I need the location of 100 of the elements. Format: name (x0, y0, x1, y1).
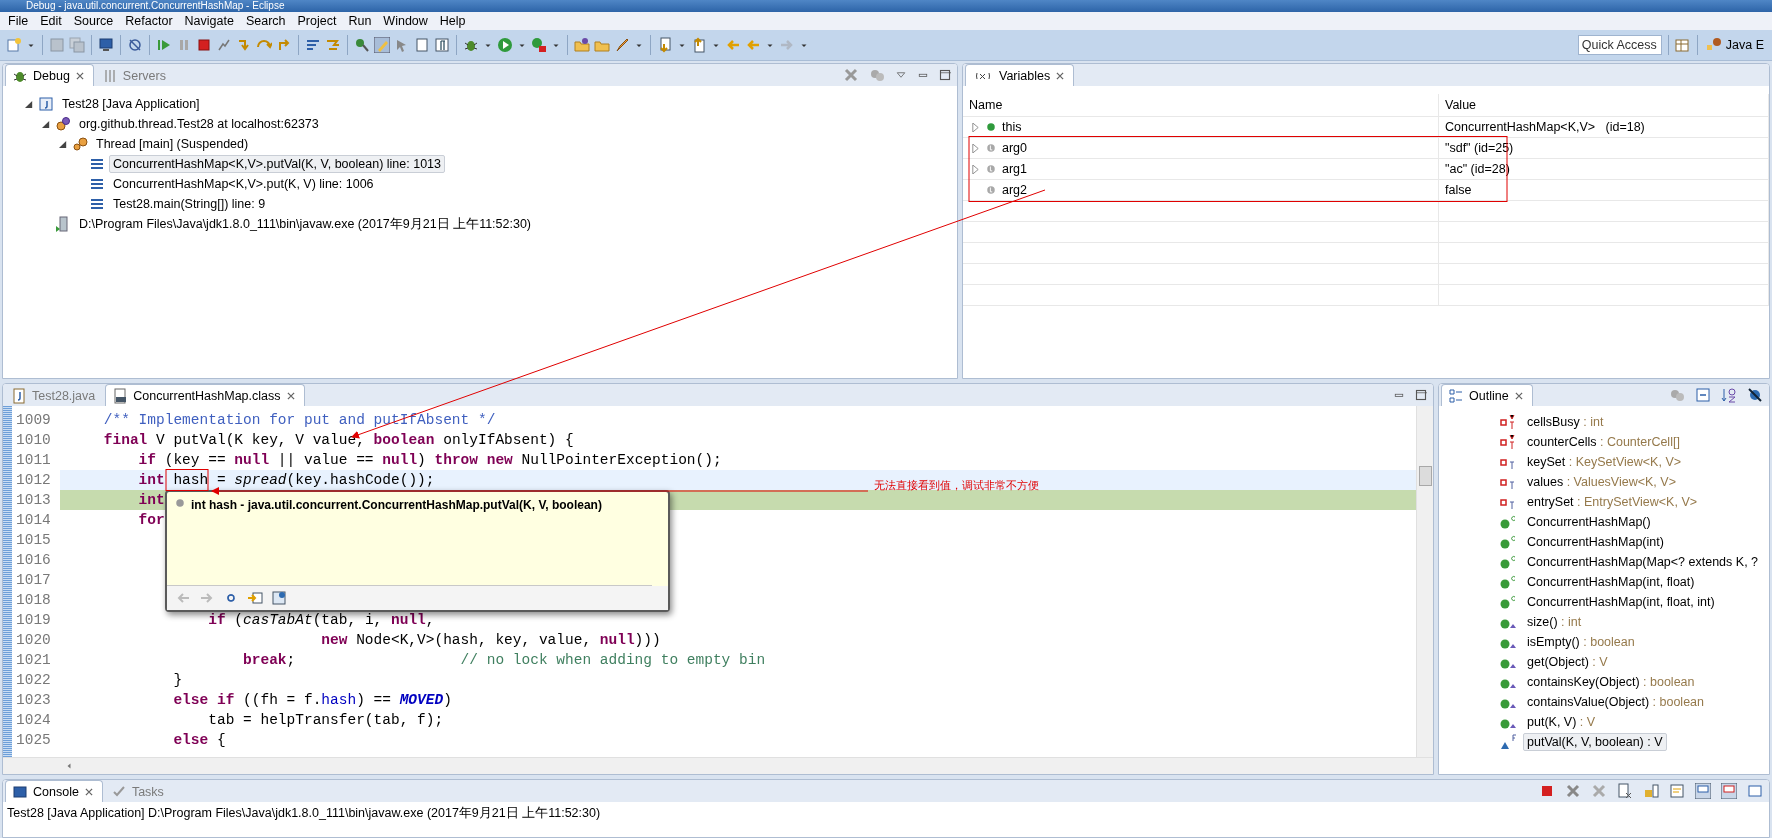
save-icon[interactable] (49, 37, 65, 53)
scroll-left-icon[interactable] (65, 761, 73, 771)
step-return-icon[interactable] (276, 37, 292, 53)
remove-launches-icon[interactable] (843, 67, 859, 83)
close-icon[interactable] (1513, 390, 1524, 401)
hide-fields-icon[interactable] (1747, 387, 1763, 403)
terminate-icon[interactable] (1539, 783, 1555, 799)
threads-icon[interactable] (1669, 387, 1685, 403)
close-icon[interactable] (1055, 70, 1066, 81)
scrollbar[interactable] (1416, 406, 1433, 757)
open-view-icon[interactable] (271, 590, 287, 606)
save-all-icon[interactable] (69, 37, 85, 53)
breakpoint-icon[interactable] (354, 37, 370, 53)
maximize-icon[interactable] (939, 69, 951, 81)
menu-item[interactable]: Help (433, 14, 472, 28)
outline-item[interactable]: putVal(K, V, boolean) : V (1523, 733, 1667, 751)
view-tab[interactable]: Debug (5, 64, 94, 86)
tree-item[interactable]: ConcurrentHashMap<K,V>.put(K, V) line: 1006 (109, 175, 378, 193)
outline-item[interactable]: isEmpty() : boolean (1523, 633, 1639, 651)
outline-item[interactable]: containsValue(Object) : boolean (1523, 693, 1708, 711)
tree-item[interactable]: ConcurrentHashMap<K,V>.putVal(K, V, boolean) line: 1013 (109, 155, 445, 173)
collapse-all-icon[interactable] (1695, 387, 1711, 403)
collapse-arrow-icon[interactable] (59, 139, 68, 149)
outline-item[interactable]: entrySet : EntrySetView<K, V> (1523, 493, 1702, 511)
tree-item[interactable]: Test28.main(String[]) line: 9 (109, 195, 270, 213)
view-tab[interactable]: Servers (95, 65, 174, 86)
run-icon[interactable] (497, 37, 513, 53)
column-header[interactable]: Name (963, 94, 1439, 116)
outline-item[interactable]: put(K, V) : V (1523, 713, 1600, 731)
outline-item[interactable]: cellsBusy : int (1523, 413, 1608, 431)
scroll-lock-icon[interactable] (1643, 783, 1659, 799)
step-filter-icon[interactable] (325, 37, 341, 53)
folder-icon[interactable] (574, 37, 590, 53)
expand-arrow-icon[interactable] (971, 122, 980, 132)
monitor-icon[interactable] (98, 37, 114, 53)
perspective-button[interactable]: Java E (1703, 37, 1766, 53)
outline-item[interactable]: keySet : KeySetView<K, V> (1523, 453, 1686, 471)
word-wrap-icon[interactable] (1669, 783, 1685, 799)
show-output-icon[interactable] (1695, 783, 1711, 799)
show-error-icon[interactable] (1721, 783, 1737, 799)
menu-item[interactable]: Run (342, 14, 378, 28)
outline-item[interactable]: size() : int (1523, 613, 1586, 631)
maximize-icon[interactable] (1415, 389, 1427, 401)
outline-item[interactable]: get(Object) : V (1523, 653, 1612, 671)
next-annotation-icon[interactable] (657, 37, 673, 53)
view-tab[interactable]: Console (5, 780, 103, 802)
run-tool-icon[interactable] (531, 37, 547, 53)
view-tab[interactable]: Variables (965, 64, 1075, 86)
scrollbar[interactable] (3, 757, 1433, 774)
view-tab[interactable]: Tasks (104, 781, 172, 802)
menu-item[interactable]: Edit (34, 14, 68, 28)
menu-item[interactable]: Search (239, 14, 292, 28)
editor-tab[interactable]: ConcurrentHashMap.class (105, 384, 305, 406)
menu-item[interactable]: File (2, 14, 35, 28)
outline-item[interactable]: ConcurrentHashMap() (1523, 513, 1655, 531)
quick-access-field[interactable]: Quick Access (1577, 35, 1662, 55)
menu-item[interactable]: Project (291, 14, 343, 28)
disconnect-icon[interactable] (216, 37, 232, 53)
view-menu-icon[interactable] (895, 69, 907, 81)
outline-item[interactable]: values : ValuesView<K, V> (1523, 473, 1680, 491)
close-icon[interactable] (285, 390, 296, 401)
collapse-arrow-icon[interactable] (42, 119, 51, 129)
tree-item[interactable]: org.github.thread.Test28 at localhost:62373 (75, 115, 323, 133)
expand-arrow-icon[interactable] (971, 164, 980, 174)
outline-item[interactable]: counterCells : CounterCell[] (1523, 433, 1684, 451)
outline-item[interactable]: ConcurrentHashMap(int) (1523, 533, 1668, 551)
step-into-icon[interactable] (236, 37, 252, 53)
document-icon[interactable] (414, 37, 430, 53)
close-icon[interactable] (74, 70, 85, 81)
expand-arrow-icon[interactable] (971, 143, 980, 153)
column-header[interactable]: Value (1439, 94, 1769, 116)
outline-item[interactable]: containsKey(Object) : boolean (1523, 673, 1699, 691)
terminate-icon[interactable] (196, 37, 212, 53)
threads-icon[interactable] (869, 67, 885, 83)
open-perspective-icon[interactable] (1674, 37, 1691, 53)
tree-item[interactable]: Test28 [Java Application] (58, 95, 204, 113)
menu-item[interactable]: Refactor (119, 14, 179, 28)
outline-item[interactable]: ConcurrentHashMap(int, float, int) (1523, 593, 1719, 611)
clear-console-icon[interactable] (1617, 783, 1633, 799)
tree-item[interactable]: Thread [main] (Suspended) (92, 135, 253, 153)
paragraph-icon[interactable] (434, 37, 450, 53)
highlighter-icon[interactable] (374, 37, 390, 53)
remove-all-icon[interactable] (1591, 783, 1607, 799)
previous-annotation-icon[interactable] (691, 37, 707, 53)
outline-item[interactable]: ConcurrentHashMap(Map<? extends K, ? (1523, 553, 1763, 571)
resume-icon[interactable] (156, 37, 172, 53)
collapse-arrow-icon[interactable] (25, 99, 34, 109)
editor-tab[interactable]: Test28.java (5, 385, 104, 406)
skip-breakpoints-icon[interactable] (127, 37, 143, 53)
drop-frame-icon[interactable] (305, 37, 321, 53)
outline-item[interactable]: ConcurrentHashMap(int, float) (1523, 573, 1699, 591)
brush-icon[interactable] (614, 37, 630, 53)
open-declaration-icon[interactable] (247, 590, 263, 606)
new-file-icon[interactable] (6, 37, 22, 53)
pin-console-icon[interactable] (1747, 783, 1763, 799)
view-tab[interactable]: Outline (1441, 384, 1533, 406)
menu-item[interactable]: Source (67, 14, 120, 28)
sort-icon[interactable] (1721, 387, 1737, 403)
tree-item[interactable]: D:\Program Files\Java\jdk1.8.0_111\bin\javaw.exe (2017年9月21日 上午11:52:30) (75, 213, 536, 235)
remove-launch-icon[interactable] (1565, 783, 1581, 799)
